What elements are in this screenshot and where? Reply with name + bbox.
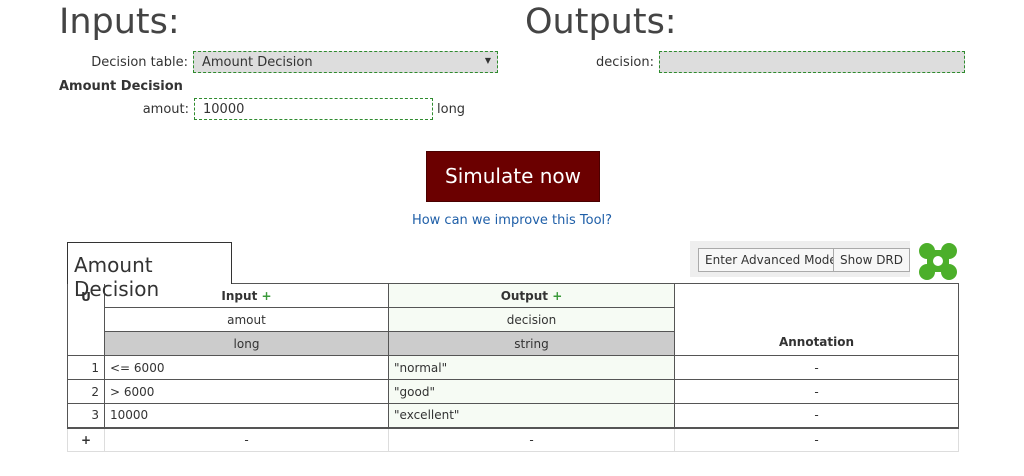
table-row: 2 > 6000 "good" - (67, 379, 959, 404)
input-cell[interactable]: 10000 (104, 403, 389, 428)
annotation-cell[interactable]: - (674, 355, 959, 380)
footer-annotation: - (674, 426, 959, 452)
output-cell[interactable]: "excellent" (388, 403, 675, 428)
output-name[interactable]: decision (388, 307, 675, 332)
amout-input[interactable]: 10000 (194, 98, 433, 120)
table-footer-row: + - - - (67, 426, 959, 452)
inputs-heading: Inputs: (59, 2, 180, 42)
row-number: 3 (67, 403, 105, 428)
annotation-cell[interactable]: - (674, 379, 959, 404)
input-header-label: Input (221, 288, 258, 303)
table-name-tab: Amount Decision (67, 242, 232, 301)
decision-table: U Input + Output + Annotation amout deci… (67, 283, 959, 452)
dropdown-caret-icon: ▼ (484, 56, 491, 65)
row-number: 1 (67, 355, 105, 380)
table-row: 1 <= 6000 "normal" - (67, 355, 959, 380)
input-cell[interactable]: <= 6000 (104, 355, 389, 380)
outputs-heading: Outputs: (525, 2, 677, 42)
decision-output (659, 51, 965, 73)
amout-type: long (437, 102, 466, 117)
row-number: 2 (67, 379, 105, 404)
dmn-logo-icon (918, 241, 959, 282)
decision-table-select[interactable]: Amount Decision ▼ (193, 51, 498, 73)
amout-label: amout: (142, 102, 189, 117)
decision-table-label: Decision table: (91, 55, 188, 70)
advanced-mode-button[interactable]: Enter Advanced Mode (698, 248, 844, 272)
footer-input: - (104, 426, 389, 452)
section-title: Amount Decision (59, 79, 183, 94)
annotation-cell[interactable]: - (674, 403, 959, 428)
add-input-icon[interactable]: + (262, 289, 272, 303)
output-header-label: Output (500, 288, 549, 303)
footer-output: - (388, 426, 675, 452)
show-drd-button[interactable]: Show DRD (833, 248, 910, 272)
table-toolbar: Enter Advanced Mode Show DRD (690, 241, 910, 277)
decision-label: decision: (596, 55, 654, 70)
add-output-icon[interactable]: + (552, 289, 562, 303)
simulate-button[interactable]: Simulate now (426, 151, 600, 202)
input-type[interactable]: long (104, 331, 389, 356)
decision-table-value: Amount Decision (202, 55, 313, 70)
annotation-header: Annotation (674, 283, 959, 356)
improve-link[interactable]: How can we improve this Tool? (0, 213, 1024, 228)
output-header: Output + (388, 283, 675, 308)
input-name[interactable]: amout (104, 307, 389, 332)
output-cell[interactable]: "good" (388, 379, 675, 404)
add-row-icon[interactable]: + (67, 426, 105, 452)
output-type[interactable]: string (388, 331, 675, 356)
table-row: 3 10000 "excellent" - (67, 403, 959, 428)
input-cell[interactable]: > 6000 (104, 379, 389, 404)
amout-value: 10000 (203, 102, 245, 117)
output-cell[interactable]: "normal" (388, 355, 675, 380)
